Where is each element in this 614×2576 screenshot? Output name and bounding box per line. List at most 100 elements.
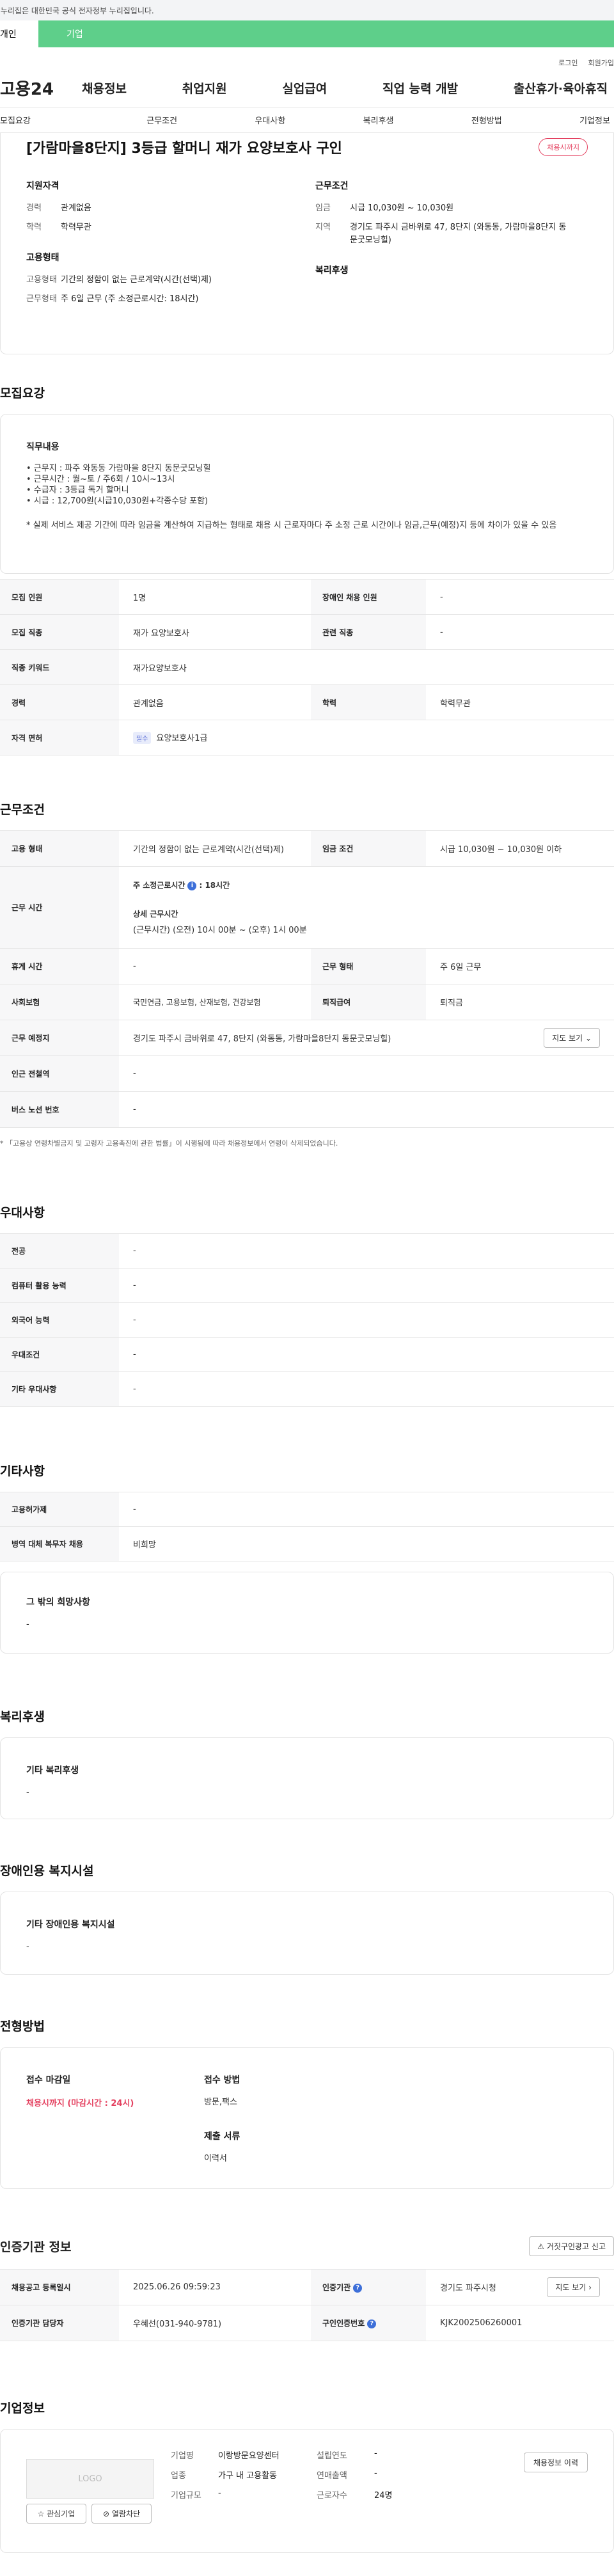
- cert-org-value: 경기도 파주시청: [440, 2284, 496, 2293]
- tab-company[interactable]: 기업: [38, 20, 614, 47]
- docs-label: 제출 서류: [204, 2131, 240, 2142]
- retire-value: 퇴직금: [440, 999, 463, 1008]
- military-value: 비희망: [133, 1540, 156, 1550]
- retire-label: 퇴직급여: [311, 984, 426, 1020]
- cond-region-label: 지역: [315, 223, 331, 232]
- global-nav: 고용24 채용정보 취업지원 실업급여 직업 능력 개발 출산휴가·육아휴직: [0, 69, 614, 107]
- work-permit-value: -: [133, 1505, 136, 1514]
- license-cell: 필수 요양보호사1급: [119, 720, 614, 755]
- employment-title: 고용형태: [26, 253, 59, 263]
- employees-value: 24명: [374, 2491, 393, 2501]
- license-label: 자격 면허: [0, 720, 119, 755]
- deadline-badge: 채용시까지: [539, 138, 588, 156]
- star-icon: ☆: [37, 2509, 45, 2518]
- report-label: 거짓구인광고 신고: [546, 2242, 606, 2251]
- size-label: 기업규모: [171, 2491, 201, 2501]
- cond-region-value: 경기도 파주시 금바위로 47, 8단지 (와동동, 가람마을8단지 동문굿모닝…: [350, 223, 567, 245]
- hiring-history-button[interactable]: 채용정보 이력: [523, 2453, 588, 2472]
- headcount-label: 모집 인원: [0, 579, 119, 615]
- hours-detail: (근무시간) (오전) 10시 00분 ~ (오후) 1시 00분: [133, 926, 307, 935]
- gnb-item-jobs[interactable]: 채용정보: [82, 79, 127, 97]
- company-logo-text: LOGO: [78, 2474, 102, 2484]
- subnav-company[interactable]: 기업정보: [579, 114, 610, 126]
- cert-map-label: 지도 보기: [555, 2283, 586, 2292]
- interest-company-button[interactable]: ☆ 관심기업: [26, 2504, 86, 2524]
- reg-label: 채용공고 등록일시: [0, 2269, 119, 2305]
- info-icon[interactable]: ?: [353, 2283, 363, 2293]
- gnb-item-unemployment-benefit[interactable]: 실업급여: [282, 79, 327, 97]
- place-cell: 경기도 파주시 금바위로 47, 8단지 (와동동, 가람마을8단지 동문굿모닝…: [119, 1020, 614, 1056]
- job-description-title: 직무내용: [26, 442, 59, 452]
- block-label: 열람차단: [111, 2509, 141, 2518]
- industry-value: 가구 내 고용활동: [218, 2471, 277, 2481]
- top-links: 로그인 회원가입: [0, 47, 614, 69]
- info-icon[interactable]: i: [187, 881, 197, 890]
- edu-value: 학력무관: [440, 699, 471, 709]
- job-title: [가람마을8단지] 3등급 할머니 재가 요양보호사 구인: [26, 141, 342, 157]
- subway-label: 인근 전철역: [0, 1055, 119, 1092]
- map-view-label: 지도 보기: [552, 1034, 583, 1043]
- shape-label: 근무 형태: [311, 948, 426, 984]
- disabled-fac-value: -: [26, 1942, 29, 1952]
- emp-shape-value: 주 6일 근무 (주 소정근로시간: 18시간): [61, 294, 199, 304]
- user-type-tabs: 개인 기업: [0, 20, 614, 47]
- recruit-section-title: 모집요강: [0, 386, 45, 400]
- cert-number-value: KJK2002506260001: [440, 2318, 523, 2328]
- subnav-recruit[interactable]: 모집요강: [0, 114, 31, 126]
- subnav-work[interactable]: 근무조건: [146, 114, 177, 126]
- computer-value: -: [133, 1281, 136, 1290]
- cert-section-title: 인증기관 정보: [0, 2240, 72, 2254]
- welfare-box: 기타 복리후생 -: [0, 1737, 614, 1819]
- tab-personal[interactable]: 개인: [0, 20, 38, 47]
- gnb-item-employment-support[interactable]: 취업지원: [182, 79, 227, 97]
- preference-etc-value: -: [133, 1384, 136, 1394]
- cond-wage-label: 임금: [315, 203, 331, 213]
- job-summary-card: [가람마을8단지] 3등급 할머니 재가 요양보호사 구인 채용시까지 지원자격…: [0, 133, 614, 354]
- cert-org-label: 인증기관: [322, 2283, 351, 2292]
- qualification-title: 지원자격: [26, 181, 59, 191]
- reg-value: 2025.06.26 09:59:23: [133, 2282, 221, 2292]
- map-view-button[interactable]: 지도 보기 ⌄: [544, 1028, 600, 1048]
- cond-wage-value: 시급 10,030원 ~ 10,030원: [350, 203, 454, 213]
- subnav-preference[interactable]: 우대사항: [255, 114, 285, 126]
- bottom-spacer: [0, 2553, 614, 2576]
- conditions-title: 근무조건: [315, 181, 349, 191]
- military-label: 병역 대체 복무자 채용: [0, 1526, 119, 1561]
- company-name-label: 기업명: [171, 2451, 194, 2461]
- hiring-history-label: 채용정보 이력: [533, 2458, 578, 2467]
- insurance-value: 국민연금, 고용보험, 산재보험, 건강보험: [133, 998, 261, 1007]
- license-value: 요양보호사1급: [156, 734, 208, 743]
- info-icon[interactable]: ?: [367, 2319, 377, 2328]
- language-label: 외국어 능력: [0, 1302, 119, 1338]
- preference-table: 전공 - 컴퓨터 활용 능력 - 외국어 능력 - 우대조건 - 기타 우대사항 -: [0, 1233, 614, 1407]
- cert-map-button[interactable]: 지도 보기 ›: [547, 2277, 600, 2297]
- gnb-item-parental-leave[interactable]: 출산휴가·육아휴직: [514, 79, 608, 97]
- login-link[interactable]: 로그인: [558, 58, 578, 69]
- career-label: 경력: [0, 684, 119, 720]
- license-required-tag: 필수: [133, 732, 152, 744]
- site-logo[interactable]: 고용24: [0, 76, 82, 100]
- job-line: • 근무지 : 파주 와동동 가람마을 8단지 동문굿모닝힐: [26, 464, 211, 473]
- gnb-item-vocational-training[interactable]: 직업 능력 개발: [382, 79, 458, 97]
- subnav-process[interactable]: 전형방법: [471, 114, 502, 126]
- docs-value: 이력서: [204, 2154, 227, 2163]
- cert-table: 채용공고 등록일시 2025.06.26 09:59:23 인증기관? 경기도 …: [0, 2269, 614, 2341]
- wage-value: 시급 10,030원 ~ 10,030원 이하: [440, 845, 562, 855]
- process-box: 접수 마감일 채용시까지 (마감시간 : 24시) 접수 방법 방문,팩스 제출…: [0, 2047, 614, 2189]
- language-value: -: [133, 1315, 136, 1325]
- sales-label: 연매출액: [317, 2471, 347, 2481]
- disabled-fac-box-title: 기타 장애인용 복지시설: [26, 1920, 115, 1930]
- cert-org-cell: 경기도 파주시청 지도 보기 ›: [426, 2270, 614, 2305]
- industry-label: 업종: [171, 2471, 186, 2481]
- block-icon: ⊘: [102, 2509, 110, 2518]
- keyword-value: 재가요양보호사: [133, 663, 187, 674]
- signup-link[interactable]: 회원가입: [588, 58, 614, 69]
- shape-value: 주 6일 근무: [440, 963, 482, 972]
- job-line: • 근무시간 : 월~토 / 주6회 / 10시~13시: [26, 475, 175, 484]
- subnav-welfare[interactable]: 복리후생: [363, 114, 394, 126]
- report-false-ad-button[interactable]: ⚠ 거짓구인광고 신고: [529, 2236, 614, 2256]
- wage-label: 임금 조건: [311, 830, 426, 867]
- disabled-hire-value: -: [440, 592, 443, 602]
- chevron-right-icon: ›: [588, 2283, 592, 2292]
- block-view-button[interactable]: ⊘ 열람차단: [91, 2504, 152, 2524]
